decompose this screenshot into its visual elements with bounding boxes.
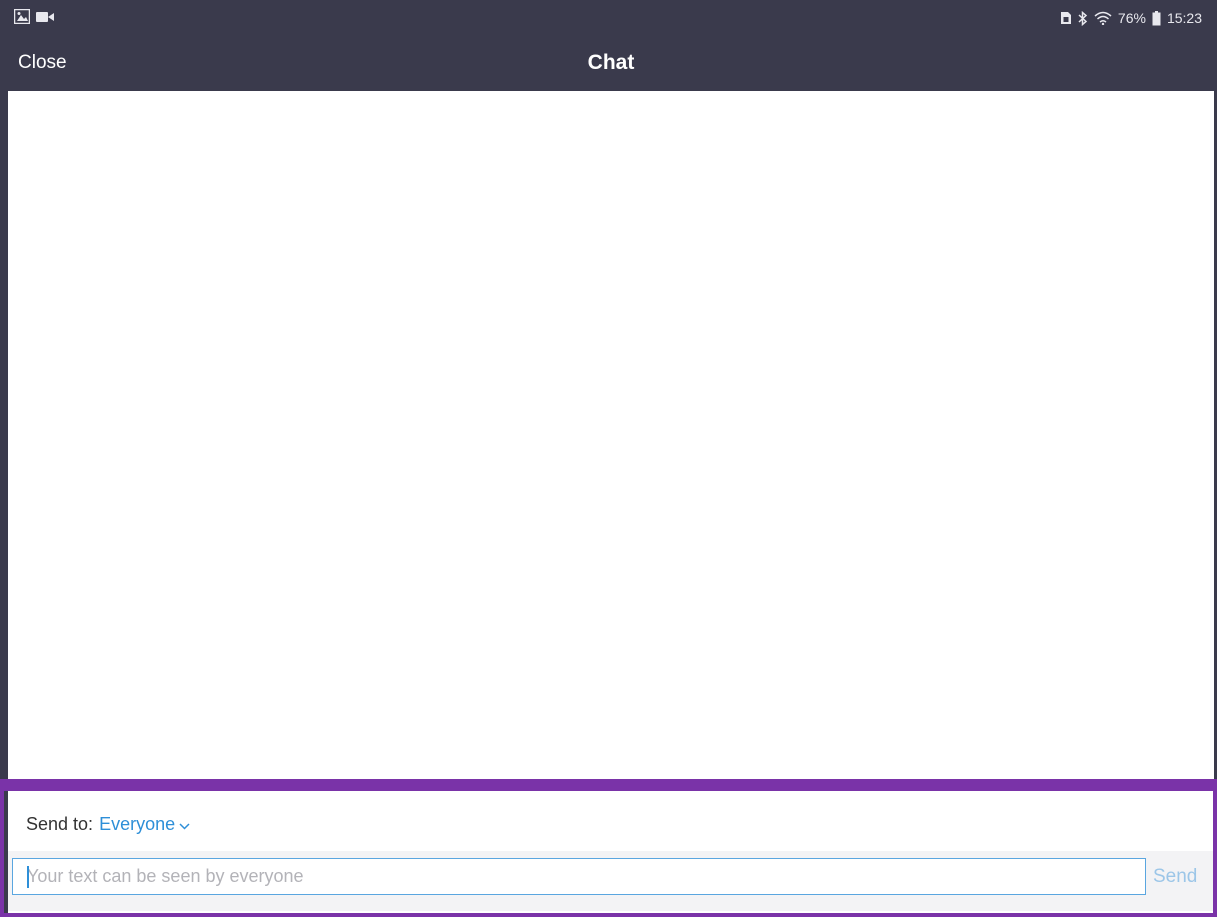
chevron-down-icon (179, 814, 190, 835)
compose-panel: Send to: Everyone Send (8, 791, 1214, 917)
status-right-icons: 76% 15:23 (1060, 10, 1202, 26)
send-to-label: Send to: (26, 814, 94, 834)
bluetooth-icon (1078, 10, 1088, 26)
chat-message-list[interactable] (8, 91, 1214, 779)
device-bezel-left (0, 0, 8, 917)
send-to-row: Send to: Everyone (26, 814, 190, 835)
chat-screen: 76% 15:23 Close Chat Send to: Everyone Y… (0, 0, 1217, 917)
recipient-dropdown[interactable]: Everyone (99, 814, 190, 835)
battery-icon (1152, 10, 1161, 26)
message-input[interactable] (12, 858, 1146, 895)
video-camera-icon (36, 11, 54, 23)
status-bar: 76% 15:23 (8, 0, 1214, 40)
sim-icon (1060, 11, 1072, 25)
battery-percent: 76% (1117, 10, 1146, 26)
send-button[interactable]: Send (1153, 866, 1197, 888)
text-caret (27, 866, 29, 888)
status-left-icons (14, 9, 54, 24)
message-input-row: Send (8, 851, 1214, 911)
wifi-icon (1094, 11, 1112, 25)
page-title: Chat (587, 51, 635, 74)
image-icon (14, 9, 30, 24)
recipient-label: Everyone (99, 814, 176, 834)
status-time: 15:23 (1166, 10, 1202, 26)
header-bar: Close Chat (8, 40, 1214, 91)
